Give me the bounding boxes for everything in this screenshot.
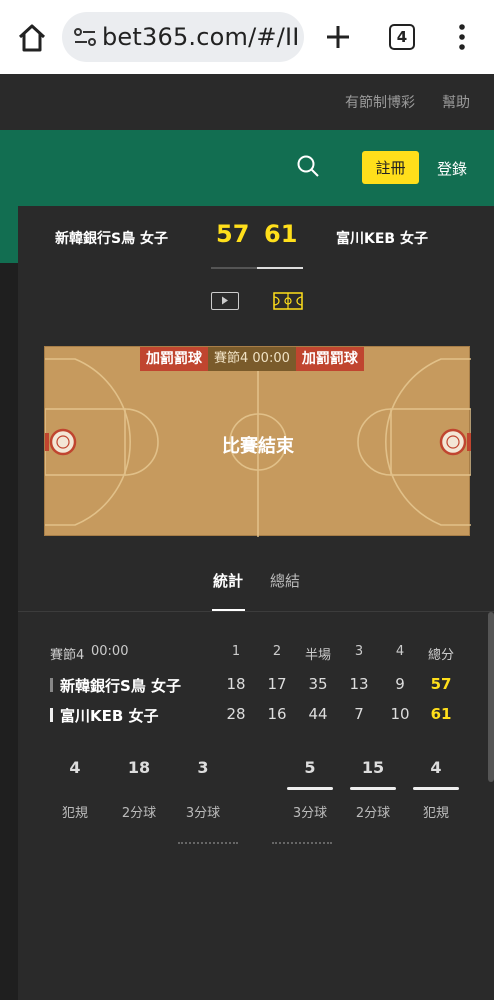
left-sidebar-accent — [0, 206, 18, 263]
site-settings-icon[interactable] — [74, 27, 96, 47]
period-clock: 00:00 — [91, 644, 129, 659]
away-3pt-label: 3分球 — [292, 806, 328, 821]
site-header: 註冊 登錄 — [0, 130, 494, 206]
top-links-bar: 有節制博彩 幫助 — [0, 74, 494, 130]
home-3pt-label: 3分球 — [185, 806, 221, 821]
browser-toolbar: bet365.com/#/II 4 — [0, 0, 494, 74]
url-text: bet365.com/#/II — [102, 23, 298, 51]
away-fouls-bar — [413, 787, 459, 790]
period-label: 賽節4 — [50, 648, 85, 663]
tab-switcher-button[interactable]: 4 — [389, 24, 415, 50]
away-3pt-value: 5 — [304, 758, 316, 777]
away-total: 61 — [430, 705, 452, 723]
away-score: 61 — [264, 220, 298, 248]
right-banner: 加罰罰球 — [295, 347, 364, 371]
away-row-marker — [50, 708, 53, 722]
away-q4: 10 — [390, 705, 410, 723]
view-tab-indicator-left — [211, 267, 257, 269]
col-header-q3: 3 — [354, 644, 364, 659]
home-2pt-value: 18 — [127, 758, 151, 777]
home-q4: 9 — [395, 675, 405, 693]
login-link[interactable]: 登錄 — [437, 158, 467, 179]
home-half: 35 — [308, 675, 328, 693]
period-time: 賽節4 00:00 — [208, 347, 296, 371]
home-fouls-value: 4 — [69, 758, 81, 777]
register-button[interactable]: 註冊 — [362, 151, 419, 184]
help-link[interactable]: 幫助 — [442, 92, 470, 112]
scrollbar[interactable] — [488, 612, 494, 782]
play-icon — [222, 296, 228, 305]
divider — [18, 611, 494, 612]
home-2pt-label: 2分球 — [121, 806, 157, 821]
match-status: 比賽結束 — [222, 436, 294, 457]
view-tab-indicator-right — [257, 267, 303, 269]
tab-stats[interactable]: 統計 — [213, 570, 243, 591]
home-icon[interactable] — [16, 22, 48, 54]
home-3pt-value: 3 — [197, 758, 209, 777]
home-row-marker — [50, 678, 53, 692]
partial-row-hint-right — [272, 842, 332, 845]
col-header-q2: 2 — [272, 644, 282, 659]
away-row-team: 富川KEB 女子 — [60, 707, 159, 725]
away-2pt-label: 2分球 — [355, 806, 391, 821]
col-header-q1: 1 — [231, 644, 241, 659]
address-bar[interactable]: bet365.com/#/II — [62, 12, 304, 62]
col-header-q4: 4 — [395, 644, 405, 659]
responsible-gambling-link[interactable]: 有節制博彩 — [345, 92, 415, 112]
home-total: 57 — [430, 675, 452, 693]
video-stream-button[interactable] — [211, 292, 239, 310]
away-2pt-value: 15 — [361, 758, 385, 777]
away-team-name: 富川KEB 女子 — [336, 231, 428, 247]
left-sidebar-strip — [0, 206, 18, 1000]
match-panel: 新韓銀行S鳥 女子 57 61 富川KEB 女子 加罰罰球 賽節4 00:00 … — [18, 206, 494, 1000]
away-fouls-label: 犯規 — [422, 806, 449, 821]
home-q1: 18 — [226, 675, 246, 693]
home-row-team: 新韓銀行S鳥 女子 — [60, 677, 182, 695]
away-half: 44 — [308, 705, 328, 723]
home-team-name: 新韓銀行S鳥 女子 — [55, 231, 168, 247]
scoreline: 新韓銀行S鳥 女子 57 61 富川KEB 女子 — [18, 206, 494, 268]
home-fouls-label: 犯規 — [61, 806, 88, 821]
away-fouls-value: 4 — [430, 758, 442, 777]
court-banner: 加罰罰球 賽節4 00:00 加罰罰球 — [140, 347, 364, 371]
away-q1: 28 — [226, 705, 246, 723]
home-q3: 13 — [349, 675, 369, 693]
basketball-court: 加罰罰球 賽節4 00:00 加罰罰球 比賽結束 — [44, 346, 471, 537]
partial-row-hint-left — [178, 842, 238, 845]
new-tab-icon[interactable] — [323, 22, 353, 52]
away-3pt-bar — [287, 787, 333, 790]
court-view-icon[interactable] — [273, 292, 303, 310]
col-header-total: 總分 — [427, 648, 454, 663]
more-menu-icon[interactable] — [452, 22, 472, 52]
away-2pt-bar — [350, 787, 396, 790]
away-q3: 7 — [354, 705, 364, 723]
col-header-half: 半場 — [304, 648, 331, 663]
away-q2: 16 — [267, 705, 287, 723]
tab-summary[interactable]: 總結 — [270, 570, 300, 591]
left-banner: 加罰罰球 — [140, 347, 208, 371]
search-icon[interactable] — [296, 154, 320, 178]
home-score: 57 — [216, 220, 250, 248]
home-q2: 17 — [267, 675, 287, 693]
